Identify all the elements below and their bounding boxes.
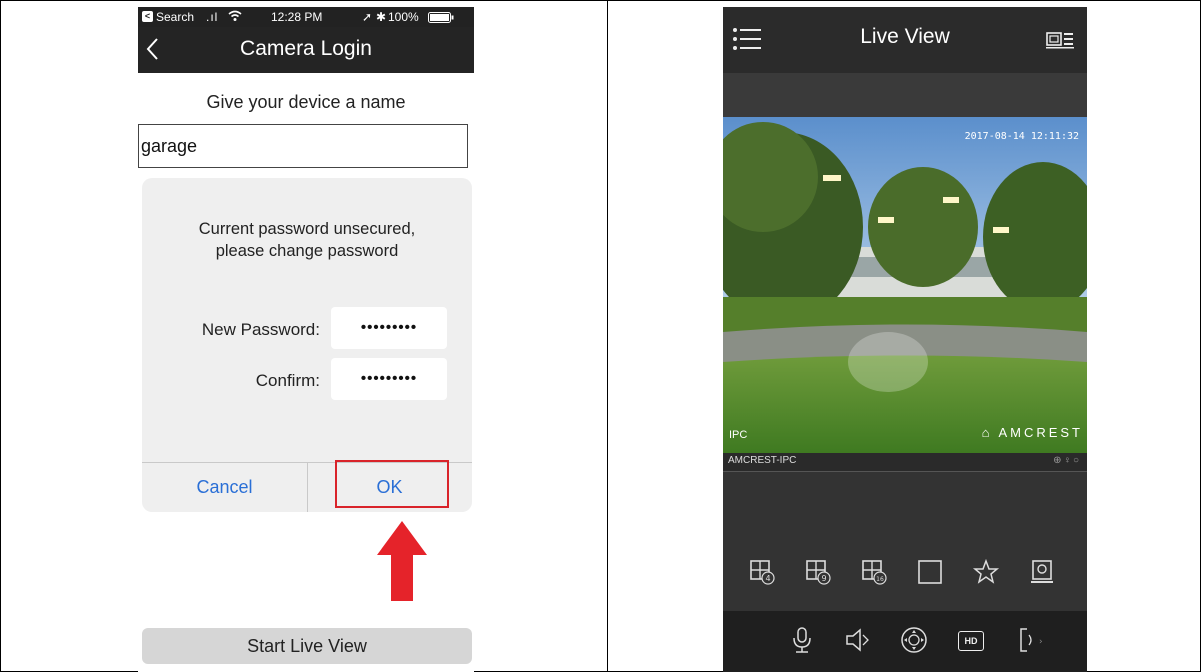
zoom-icon: ⊕ xyxy=(1053,455,1064,466)
camera-device-name: AMCREST-IPC xyxy=(728,455,797,466)
camera-brand-watermark: ⌂ AMCREST xyxy=(982,425,1083,440)
single-view-icon[interactable] xyxy=(915,557,945,587)
split-9-icon[interactable]: 9 xyxy=(803,557,833,587)
location-icon: ➚ xyxy=(362,10,373,24)
ok-button-highlight xyxy=(335,460,449,508)
back-app-label[interactable]: Search xyxy=(156,10,194,24)
snapshot-icon[interactable] xyxy=(1027,557,1057,587)
signal-icon: .ıl xyxy=(206,10,219,24)
wifi-icon xyxy=(228,10,242,25)
live-view-screen: Live View 2017-08-14 12:11:32 IPC ⌂ AMCR… xyxy=(723,7,1087,672)
column-divider xyxy=(607,0,608,672)
battery-icon xyxy=(428,12,454,26)
dialog-message-line-2: please change password xyxy=(215,242,399,260)
confirm-password-label: Confirm: xyxy=(255,371,320,390)
svg-text:9: 9 xyxy=(821,574,826,583)
camera-timestamp: 2017-08-14 12:11:32 xyxy=(964,131,1079,142)
status-time: 12:28 PM xyxy=(271,10,323,24)
page-title: Camera Login xyxy=(240,37,372,60)
amcrest-logo-icon: ⌂ xyxy=(981,425,993,440)
device-name-label: Give your device a name xyxy=(206,92,406,112)
camera-feed[interactable]: 2017-08-14 12:11:32 IPC ⌂ AMCREST xyxy=(723,117,1087,453)
device-list-icon[interactable] xyxy=(1046,29,1074,49)
device-name-input[interactable]: garage xyxy=(138,124,468,168)
red-arrow-icon xyxy=(377,521,427,601)
cancel-button[interactable]: Cancel xyxy=(142,462,307,512)
live-view-title: Live View xyxy=(860,25,950,48)
camera-brand-text: AMCREST xyxy=(998,425,1083,440)
start-live-view-button[interactable]: Start Live View xyxy=(142,628,472,664)
microphone-icon[interactable] xyxy=(787,625,817,655)
live-view-header: Live View xyxy=(723,7,1087,73)
status-bar: < Search .ıl 12:28 PM ➚ ✱ 100% xyxy=(138,7,474,27)
header-band xyxy=(723,73,1087,117)
camera-name-bar: AMCREST-IPC ⊕♀○ xyxy=(723,453,1087,472)
bottom-control-bar: HD › xyxy=(723,611,1087,672)
camera-login-screen: < Search .ıl 12:28 PM ➚ ✱ 100% Camera Lo… xyxy=(138,7,474,672)
camera-scene xyxy=(723,117,1087,453)
new-password-field[interactable]: ••••••••• xyxy=(331,307,447,349)
view-toolbar: 4 9 16 xyxy=(723,547,1087,597)
speaker-icon[interactable] xyxy=(843,625,873,655)
more-icon[interactable]: › xyxy=(1015,625,1045,655)
bluetooth-icon: ✱ xyxy=(376,10,387,24)
split-16-icon[interactable]: 16 xyxy=(859,557,889,587)
record-status-icon: ○ xyxy=(1072,455,1081,466)
svg-text:4: 4 xyxy=(765,574,770,583)
battery-percent: 100% xyxy=(388,10,419,24)
nav-bar: Camera Login xyxy=(138,27,474,73)
camera-status-icons: ⊕♀○ xyxy=(1053,455,1081,466)
favorite-star-icon[interactable] xyxy=(971,557,1001,587)
split-4-icon[interactable]: 4 xyxy=(747,557,777,587)
back-to-app-icon[interactable]: < xyxy=(142,11,153,22)
svg-text:16: 16 xyxy=(876,576,884,583)
ptz-icon[interactable] xyxy=(899,625,929,655)
hd-icon[interactable]: HD xyxy=(958,631,984,651)
svg-text:›: › xyxy=(1039,637,1043,647)
camera-channel-label: IPC xyxy=(729,429,748,441)
new-password-label: New Password: xyxy=(201,320,320,339)
dialog-message: Current password unsecured, please chang… xyxy=(142,218,472,262)
mic-status-icon: ♀ xyxy=(1063,455,1073,466)
confirm-password-field[interactable]: ••••••••• xyxy=(331,358,447,400)
dialog-message-line-1: Current password unsecured, xyxy=(198,220,416,238)
